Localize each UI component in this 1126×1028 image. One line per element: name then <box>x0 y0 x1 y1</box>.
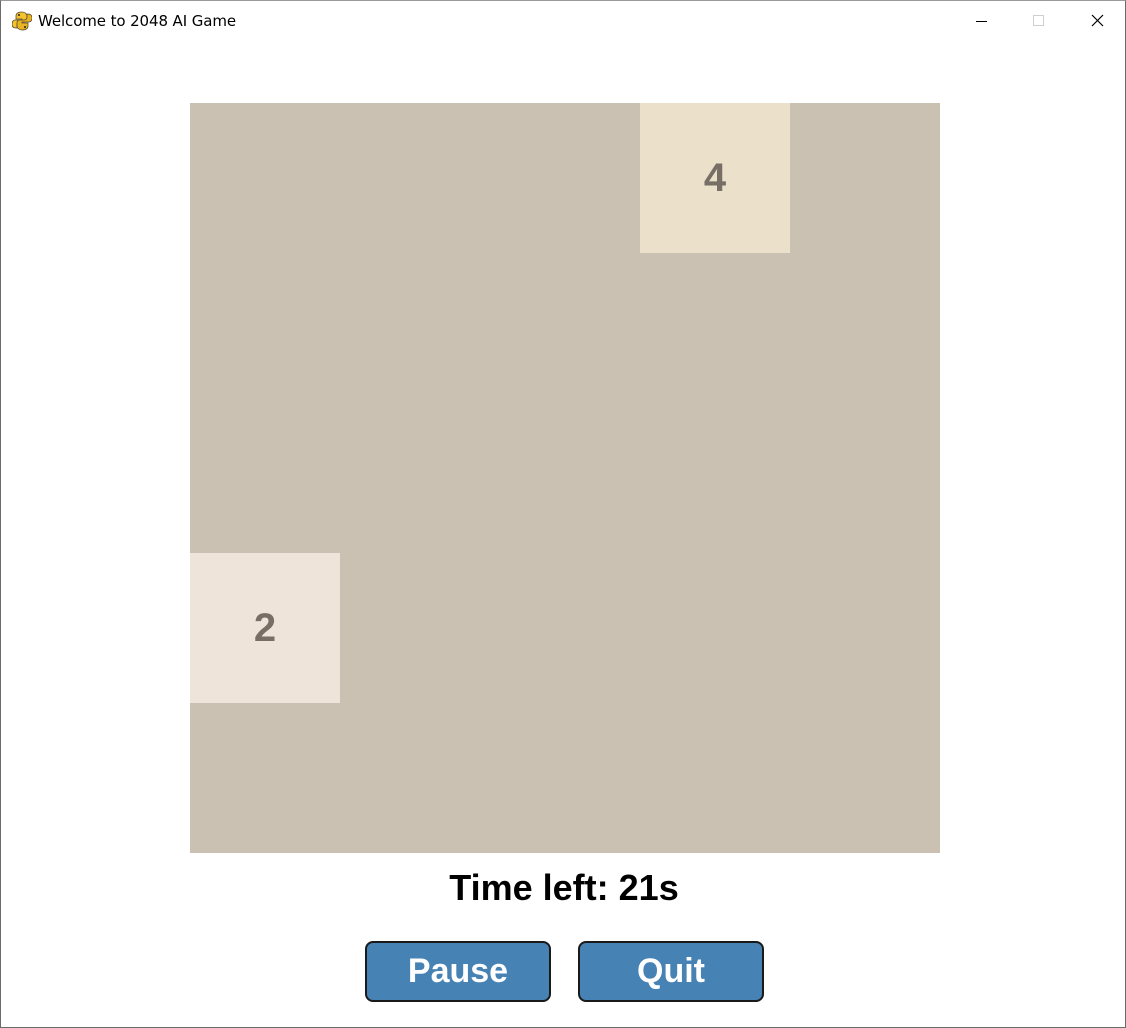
pause-button[interactable]: Pause <box>365 941 551 1002</box>
game-board[interactable]: 4 2 <box>190 103 940 853</box>
tile: 2 <box>190 553 340 703</box>
title-bar[interactable]: Welcome to 2048 AI Game <box>1 1 1125 41</box>
maximize-button[interactable] <box>1010 1 1068 41</box>
python-snake-icon <box>11 11 33 31</box>
minimize-icon <box>976 21 987 22</box>
game-window: Welcome to 2048 AI Game 4 2 Time left: 2… <box>0 0 1126 1028</box>
tile: 4 <box>640 103 790 253</box>
tile-value: 2 <box>253 605 277 650</box>
close-icon <box>1091 14 1104 27</box>
pause-button-label: Pause <box>407 952 509 990</box>
quit-button[interactable]: Quit <box>578 941 764 1002</box>
quit-button-label: Quit <box>637 952 705 990</box>
window-title: Welcome to 2048 AI Game <box>38 12 236 30</box>
maximize-icon <box>1033 15 1044 26</box>
time-left-label: Time left: 21s <box>449 867 679 908</box>
close-button[interactable] <box>1068 1 1126 41</box>
tile-value: 4 <box>703 155 727 200</box>
minimize-button[interactable] <box>952 1 1010 41</box>
